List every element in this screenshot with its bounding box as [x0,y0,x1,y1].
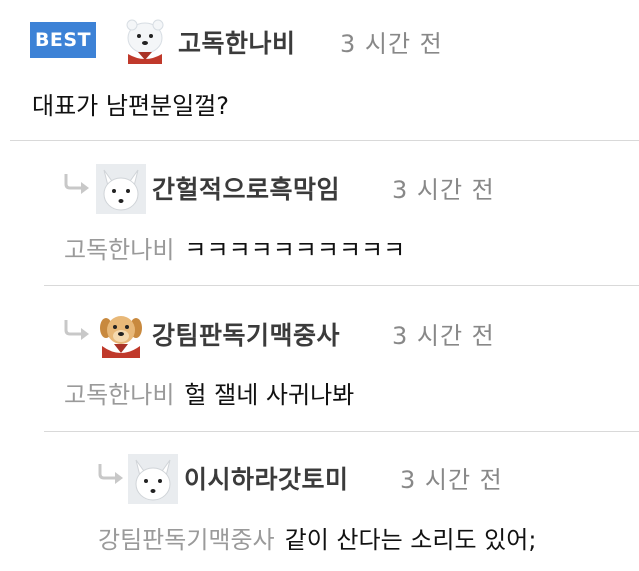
reply-arrow-icon [98,464,123,484]
puppy-avatar-icon[interactable] [96,308,146,358]
mention-link[interactable]: 고독한나비 [64,381,174,409]
reply-text: 헐 잴네 사귀나봐 [184,381,355,409]
reply-arrow-icon [64,174,89,194]
reply-arrow-icon [64,320,89,340]
reply-author[interactable]: 강팀판독기맥중사 [152,316,340,352]
reply-text: 같이 산다는 소리도 있어; [284,526,537,554]
best-comment: BEST 고독한나비 3 시간 전 대표가 남편분일껄? [0,0,639,140]
best-comment-author[interactable]: 고독한나비 [178,24,296,60]
best-comment-time: 3 시간 전 [340,30,443,58]
best-comment-text: 대표가 남편분일껄? [32,92,230,120]
reply-author[interactable]: 간헐적으로흑막임 [152,170,340,206]
divider [44,285,639,286]
reply-time: 3 시간 전 [392,322,495,350]
mention-link[interactable]: 고독한나비 [64,236,174,264]
reply-time: 3 시간 전 [392,176,495,204]
divider [44,431,639,432]
reply-body: 고독한나비 ㅋㅋㅋㅋㅋㅋㅋㅋㅋㅋ [64,230,405,265]
best-badge: BEST [30,22,96,58]
reply-text: ㅋㅋㅋㅋㅋㅋㅋㅋㅋㅋ [184,236,406,264]
arctic-fox-avatar-icon[interactable] [128,454,178,504]
reply-time: 3 시간 전 [400,466,503,494]
reply-body: 고독한나비 헐 잴네 사귀나봐 [64,375,354,410]
arctic-fox-avatar-icon[interactable] [96,164,146,214]
mention-link[interactable]: 강팀판독기맥중사 [98,526,275,554]
polar-bear-avatar-icon[interactable] [120,14,170,64]
reply-body: 강팀판독기맥중사 같이 산다는 소리도 있어; [98,520,536,555]
divider [10,140,639,141]
reply-author[interactable]: 이시하라갓토미 [184,460,349,496]
